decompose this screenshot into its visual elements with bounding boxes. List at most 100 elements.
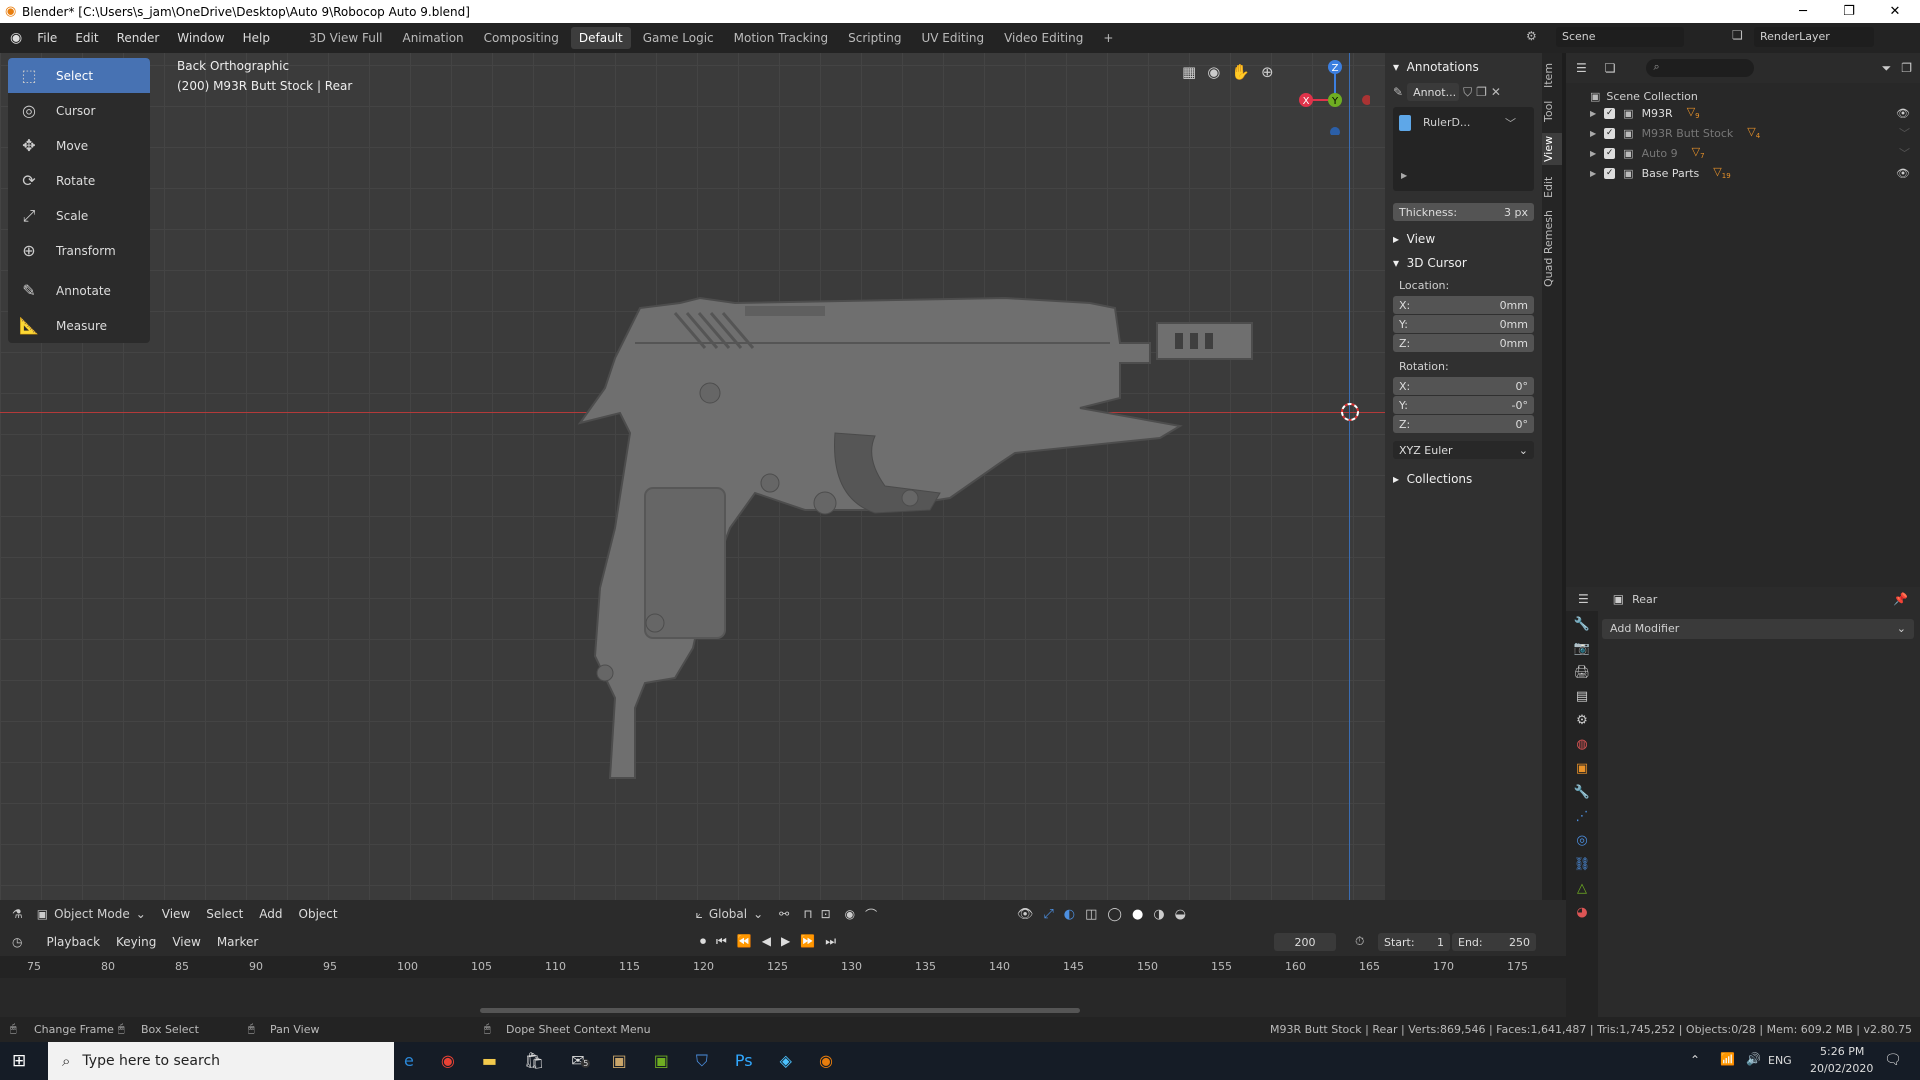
- jump-start-icon[interactable]: ⏮: [716, 934, 727, 949]
- overlay-icon[interactable]: ◐: [1064, 907, 1075, 922]
- menu-help[interactable]: Help: [234, 31, 279, 45]
- rotation-z-field[interactable]: Z: 0°: [1393, 415, 1534, 433]
- editor-type-icon[interactable]: ☰: [1578, 592, 1589, 606]
- pistol-model[interactable]: [575, 248, 1255, 788]
- snap-target-icon[interactable]: ⊡: [821, 907, 831, 921]
- render-icon[interactable]: 📷: [1574, 641, 1590, 656]
- timeline-scrollbar[interactable]: [480, 1008, 1080, 1013]
- tray-chevron-icon[interactable]: ⌃: [1690, 1053, 1700, 1067]
- menu-select[interactable]: Select: [198, 907, 251, 921]
- world-icon[interactable]: ◍: [1576, 737, 1587, 752]
- annotation-tool-icon[interactable]: ✎: [1393, 85, 1403, 99]
- render-layer-selector[interactable]: RenderLayer: [1754, 27, 1874, 47]
- menu-view[interactable]: View: [154, 907, 198, 921]
- volume-icon[interactable]: 🔊: [1746, 1052, 1761, 1066]
- object-mode-dropdown[interactable]: ▣ Object Mode ⌄: [37, 907, 146, 921]
- timeline-ruler[interactable]: 75 80 85 90 95 100 105 110 115 120 125 130 135 140 145…: [0, 956, 1566, 978]
- menu-keying[interactable]: Keying: [108, 935, 164, 949]
- chrome-icon[interactable]: ◉: [441, 1051, 455, 1071]
- clock-icon[interactable]: ⏱: [1355, 934, 1364, 949]
- tab-scripting[interactable]: Scripting: [840, 27, 909, 49]
- menu-render[interactable]: Render: [108, 31, 169, 45]
- tab-tool[interactable]: Tool: [1542, 95, 1562, 127]
- scene-collection-row[interactable]: ▣ Scene Collection: [1566, 83, 1920, 103]
- tab-3d-view-full[interactable]: 3D View Full: [301, 27, 391, 49]
- shield-icon[interactable]: ⛉: [696, 1051, 708, 1071]
- play-icon[interactable]: ▶: [781, 934, 790, 949]
- rotation-mode-dropdown[interactable]: XYZ Euler ⌄: [1393, 441, 1534, 459]
- tab-video-editing[interactable]: Video Editing: [996, 27, 1091, 49]
- end-frame-field[interactable]: End: 250: [1452, 933, 1536, 951]
- tab-motion-tracking[interactable]: Motion Tracking: [726, 27, 836, 49]
- object-properties-icon[interactable]: ▣: [1576, 761, 1588, 776]
- falloff-icon[interactable]: ⌒: [865, 906, 877, 923]
- collections-section-header[interactable]: ▸ Collections: [1385, 467, 1542, 491]
- tab-animation[interactable]: Animation: [394, 27, 471, 49]
- tool-annotate[interactable]: ✎ Annotate: [8, 273, 150, 308]
- scene-selector[interactable]: Scene: [1556, 27, 1684, 47]
- editor-type-icon[interactable]: ⚗: [12, 907, 23, 921]
- tool-rotate[interactable]: ⟳ Rotate: [8, 163, 150, 198]
- view-section-header[interactable]: ▸ View: [1385, 227, 1542, 251]
- language-indicator[interactable]: ENG: [1768, 1054, 1792, 1067]
- wifi-icon[interactable]: 📶: [1720, 1052, 1735, 1066]
- fake-user-icon[interactable]: ⛉: [1463, 85, 1472, 100]
- menu-object[interactable]: Object: [291, 907, 346, 921]
- app-icon-1[interactable]: ▣: [612, 1051, 627, 1071]
- expand-arrow-icon[interactable]: ▶: [1590, 129, 1596, 138]
- scene-icon[interactable]: ⚙: [1576, 713, 1588, 728]
- mail-icon[interactable]: ✉ 5: [571, 1051, 591, 1071]
- chevron-down-icon[interactable]: ﹀: [1505, 115, 1516, 131]
- app-icon-3[interactable]: ◈: [780, 1051, 792, 1071]
- checkbox-icon[interactable]: ✓: [1604, 107, 1616, 119]
- navigation-gizmo[interactable]: Z X Y: [1290, 55, 1370, 135]
- tool-measure[interactable]: 📐 Measure: [8, 308, 150, 343]
- visibility-icon[interactable]: 👁: [1017, 907, 1034, 922]
- annotation-datablock[interactable]: Annot...: [1407, 83, 1460, 101]
- snap-icon[interactable]: ⊓: [803, 907, 812, 921]
- 3d-cursor-icon[interactable]: [1339, 401, 1361, 423]
- eye-icon[interactable]: ﹀: [1899, 125, 1910, 141]
- pan-hand-icon[interactable]: ✋: [1231, 63, 1250, 81]
- unlink-icon[interactable]: ✕: [1491, 85, 1501, 99]
- eye-icon[interactable]: 👁: [1896, 107, 1910, 120]
- physics-icon[interactable]: ◎: [1576, 833, 1587, 848]
- menu-playback[interactable]: Playback: [38, 935, 108, 949]
- tool-select[interactable]: ⬚ Select: [8, 58, 150, 93]
- output-icon[interactable]: 🖨: [1574, 665, 1591, 680]
- tab-quad-remesh[interactable]: Quad Remesh: [1542, 209, 1562, 289]
- location-y-field[interactable]: Y: 0mm: [1393, 315, 1534, 333]
- outliner-search-input[interactable]: ⌕: [1645, 59, 1754, 77]
- transform-orientation-dropdown[interactable]: ⟀ Global ⌄: [696, 907, 764, 922]
- view-layer-icon[interactable]: ▤: [1576, 689, 1588, 704]
- expand-arrow-icon[interactable]: ▶: [1590, 149, 1596, 158]
- gizmo-icon[interactable]: ⤢: [1043, 907, 1053, 922]
- add-workspace-icon[interactable]: +: [1095, 27, 1121, 49]
- notifications-icon[interactable]: 🗨: [1884, 1052, 1902, 1068]
- jump-end-icon[interactable]: ⏭: [825, 934, 836, 949]
- filter-icon[interactable]: ⏷: [1882, 61, 1892, 76]
- minimize-button[interactable]: ─: [1780, 0, 1826, 23]
- menu-window[interactable]: Window: [168, 31, 233, 45]
- editor-type-icon[interactable]: ☰: [1576, 61, 1587, 75]
- menu-timeline-view[interactable]: View: [164, 935, 208, 949]
- taskbar-search-box[interactable]: ⌕ Type here to search: [48, 1042, 394, 1080]
- display-mode-icon[interactable]: ❏: [1605, 61, 1616, 75]
- current-frame-field[interactable]: 200: [1274, 933, 1336, 951]
- xray-icon[interactable]: ◫: [1085, 907, 1097, 922]
- particles-icon[interactable]: ⋰: [1576, 809, 1589, 824]
- expand-arrow-icon[interactable]: ▶: [1590, 109, 1596, 118]
- edge-browser-icon[interactable]: e: [404, 1051, 414, 1071]
- restore-button[interactable]: ❐: [1826, 0, 1872, 23]
- windows-start-icon[interactable]: ⊞: [12, 1051, 26, 1071]
- eye-icon[interactable]: 👁: [1896, 167, 1910, 180]
- checkbox-icon[interactable]: ✓: [1604, 127, 1616, 139]
- start-frame-field[interactable]: Start: 1: [1378, 933, 1450, 951]
- close-button[interactable]: ✕: [1872, 0, 1918, 23]
- photoshop-icon[interactable]: Ps: [735, 1051, 753, 1071]
- clock-date[interactable]: 20/02/2020: [1810, 1062, 1873, 1075]
- grid-view-icon[interactable]: ▦: [1182, 63, 1196, 81]
- modifier-wrench-icon[interactable]: 🔧: [1574, 785, 1590, 800]
- pivot-icon[interactable]: ⚯: [779, 907, 789, 921]
- eye-icon[interactable]: ﹀: [1899, 145, 1910, 161]
